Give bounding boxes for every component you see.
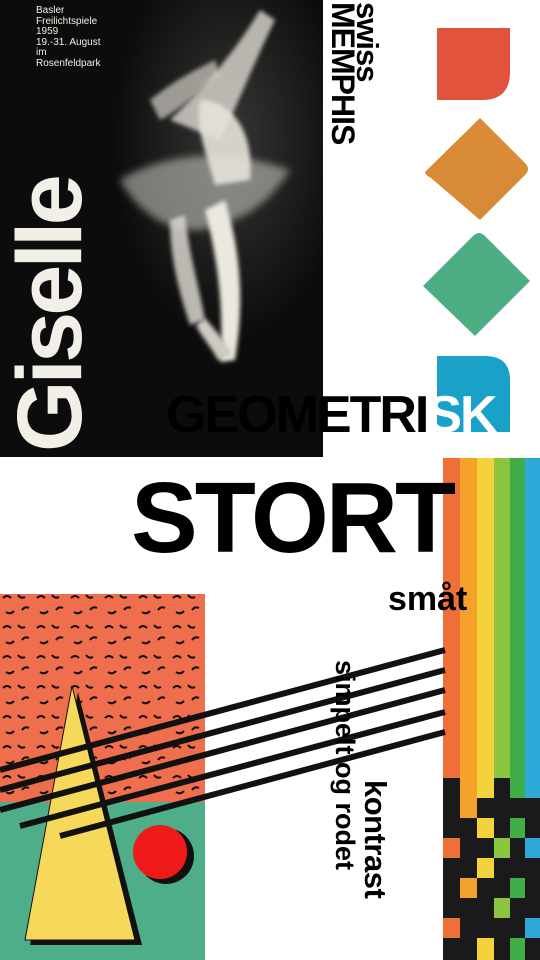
orange-diamond-shape [425, 118, 528, 220]
swiss-memphis: swiss MEMPHIS [325, 0, 387, 240]
moodboard: Basler Freilichtspiele 1959 19.-31. Augu… [0, 0, 540, 960]
stort-heading: STORT [131, 462, 456, 574]
geometrisk-heading: GEOMETRISK [166, 386, 498, 444]
poster-info-line: im [36, 47, 47, 58]
geometrisk-light: SK [427, 386, 497, 444]
kontrast-label: kontrast [358, 780, 393, 899]
kontrast-wrap: kontrast [345, 780, 395, 950]
poster-info-line: 1959 [36, 26, 59, 37]
green-diamond-shape [423, 233, 530, 336]
geometrisk-dark: GEOMETRI [166, 386, 429, 444]
giselle-title-wrap: Giselle [0, 112, 104, 452]
poster-info-line: Basler [36, 5, 65, 16]
giselle-title: Giselle [0, 178, 101, 452]
rainbow-stripes [443, 458, 540, 960]
poster-info: Basler Freilichtspiele 1959 19.-31. Augu… [36, 5, 101, 69]
red-circle [133, 825, 187, 879]
geometric-shapes [423, 28, 530, 432]
red-quarter-shape [437, 28, 510, 100]
memphis-label: MEMPHIS [325, 2, 361, 145]
poster-info-line: Rosenfeldpark [36, 57, 101, 69]
